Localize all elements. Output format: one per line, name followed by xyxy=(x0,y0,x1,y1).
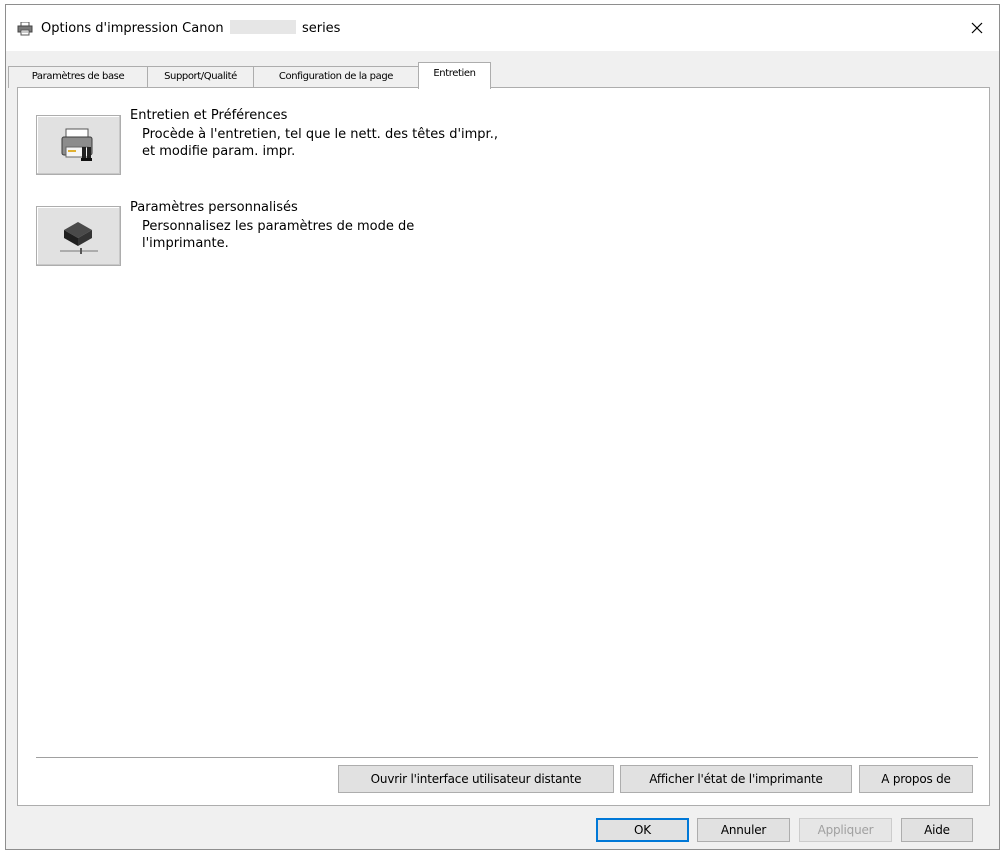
maintenance-preferences-button[interactable] xyxy=(36,115,121,175)
redacted-model-name xyxy=(229,20,296,34)
close-icon xyxy=(971,22,983,34)
maintenance-title: Entretien et Préférences xyxy=(130,108,288,123)
about-button[interactable]: A propos de xyxy=(859,765,973,793)
cancel-button[interactable]: Annuler xyxy=(697,818,790,842)
custom-settings-button[interactable] xyxy=(36,206,121,266)
print-options-dialog: Options d'impression Canon series Paramè… xyxy=(5,4,1000,850)
separator xyxy=(36,757,978,759)
ok-button[interactable]: OK xyxy=(596,818,689,842)
tab-parametres-de-base[interactable]: Paramètres de base xyxy=(8,66,148,88)
close-button[interactable] xyxy=(955,5,999,51)
title-prefix: Options d'impression Canon xyxy=(41,21,224,36)
printer-icon xyxy=(17,22,33,36)
custom-settings-title: Paramètres personnalisés xyxy=(130,200,298,215)
show-printer-status-button[interactable]: Afficher l'état de l'imprimante xyxy=(620,765,852,793)
apply-button[interactable]: Appliquer xyxy=(799,818,892,842)
entretien-panel: Entretien et Préférences Procède à l'ent… xyxy=(17,87,990,806)
printer-maintenance-icon xyxy=(61,128,93,161)
printer-settings-icon xyxy=(60,222,98,254)
custom-settings-description: Personnalisez les paramètres de mode de … xyxy=(142,219,415,251)
title-bar[interactable]: Options d'impression Canon series xyxy=(6,5,999,51)
title-suffix: series xyxy=(301,21,341,36)
window-title: Options d'impression Canon series xyxy=(41,20,340,36)
open-remote-ui-button[interactable]: Ouvrir l'interface utilisateur distante xyxy=(338,765,614,793)
tab-support-qualite[interactable]: Support/Qualité xyxy=(147,66,254,88)
tab-entretien[interactable]: Entretien xyxy=(418,62,491,89)
maintenance-description: Procède à l'entretien, tel que le nett. … xyxy=(142,127,498,159)
help-button[interactable]: Aide xyxy=(901,818,973,842)
tab-configuration-de-la-page[interactable]: Configuration de la page xyxy=(253,66,419,88)
